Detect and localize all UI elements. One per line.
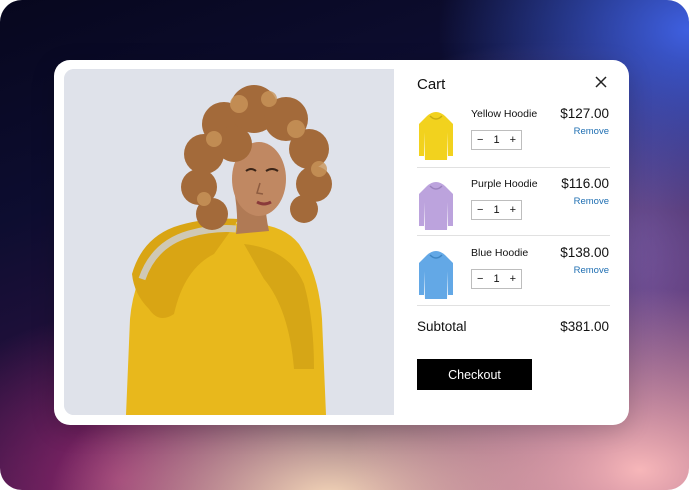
quantity-value: 1 [493,204,500,216]
remove-link[interactable]: Remove [574,265,609,276]
divider [417,235,610,236]
item-price: $138.00 [560,245,609,260]
divider [417,305,610,306]
increment-button[interactable]: + [510,204,516,216]
quantity-value: 1 [493,134,500,146]
decrement-button[interactable]: − [477,273,483,285]
background-gradient: Cart Yellow Hoodie − 1 + $127.00 Remove [0,0,689,490]
quantity-value: 1 [493,273,500,285]
item-name: Yellow Hoodie [471,108,538,120]
item-price: $116.00 [561,176,609,191]
subtotal-value: $381.00 [560,319,609,334]
subtotal-label: Subtotal [417,319,467,334]
checkout-button[interactable]: Checkout [417,359,532,390]
remove-link[interactable]: Remove [574,126,609,137]
increment-button[interactable]: + [510,273,516,285]
product-photo [64,69,394,415]
increment-button[interactable]: + [510,134,516,146]
close-icon[interactable] [593,74,609,90]
divider [417,167,610,168]
cart-item-purple-hoodie: Purple Hoodie − 1 + $116.00 Remove [417,176,609,244]
remove-link[interactable]: Remove [574,196,609,207]
cart-item-yellow-hoodie: Yellow Hoodie − 1 + $127.00 Remove [417,106,609,174]
decrement-button[interactable]: − [477,204,483,216]
cart-modal: Cart Yellow Hoodie − 1 + $127.00 Remove [54,60,629,425]
item-name: Purple Hoodie [471,178,538,190]
decrement-button[interactable]: − [477,134,483,146]
cart-title: Cart [417,76,446,93]
item-price: $127.00 [560,106,609,121]
close-icon-glyph [595,76,607,88]
blue-hoodie-thumbnail [419,251,453,299]
quantity-stepper: − 1 + [471,269,522,289]
model-in-yellow-hoodie-image [64,69,394,415]
cart-item-blue-hoodie: Blue Hoodie − 1 + $138.00 Remove [417,245,609,313]
item-name: Blue Hoodie [471,247,529,259]
purple-hoodie-thumbnail [419,182,453,230]
yellow-hoodie-thumbnail [419,112,453,160]
quantity-stepper: − 1 + [471,200,522,220]
quantity-stepper: − 1 + [471,130,522,150]
